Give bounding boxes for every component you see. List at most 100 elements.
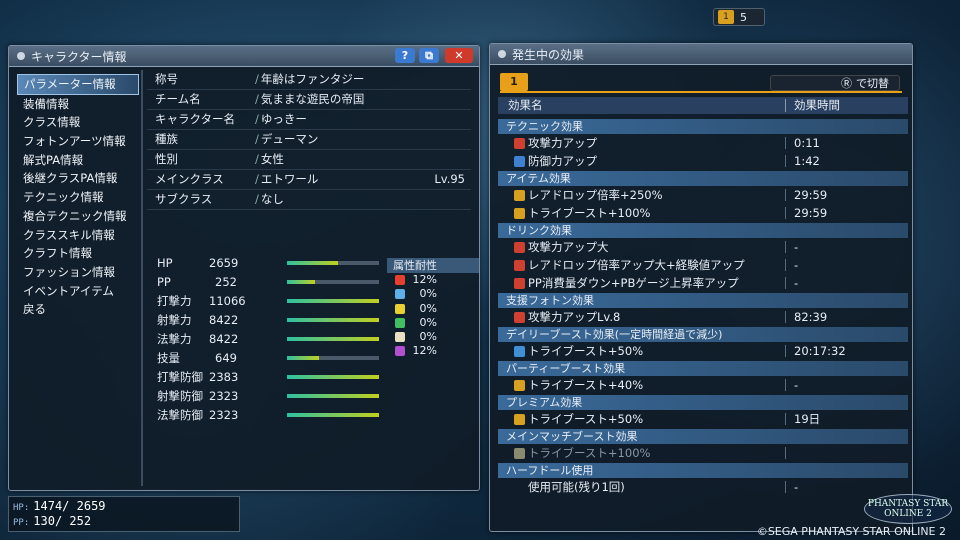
switch-button[interactable]: Ⓡ で切替 [770,75,900,91]
effect-icon [514,190,525,201]
effect-time: - [794,276,799,290]
effect-time: - [794,480,799,494]
effect-time: 19日 [794,412,821,426]
row-divider [785,189,786,201]
effect-row[interactable]: レアドロップ倍率アップ大+経験値アップ - [498,256,908,274]
attribute-value: 12% [412,344,437,358]
character-info-window: キャラクター情報 ? ⧉ ✕ パラメーター情報 装備情報 クラス情報 フォトンアーツ情… [8,45,480,491]
active-effects-title: 発生中の効果 [512,47,585,62]
effect-row[interactable]: 攻撃力アップ 0:11 [498,134,908,152]
menu-item[interactable]: フォトンアーツ情報 [17,132,139,151]
stat-value: 11066 [209,294,246,308]
stat-bar-fill [287,413,379,417]
effect-row[interactable]: 防御力アップ 1:42 [498,152,908,170]
attribute-row: 0% [387,302,479,316]
effect-time: 20:17:32 [794,344,846,358]
switch-label: で切替 [856,77,889,90]
effects-column-header: 効果名 効果時間 [498,97,908,114]
effect-time: - [794,258,799,272]
stat-value: 649 [215,351,237,365]
stat-name: 射撃防御 [157,389,203,403]
attribute-row: 0% [387,287,479,301]
effect-section-header: アイテム効果 [498,171,908,186]
stat-bar-fill [287,318,379,322]
stat-row: 打撃防御 2383 [147,368,379,387]
effect-time: 1:42 [794,154,820,168]
effect-row[interactable]: トライブースト+40% - [498,376,908,394]
effect-name: 攻撃力アップ大 [528,240,609,254]
menu-item[interactable]: クラススキル情報 [17,226,139,245]
stat-bar-fill [287,337,379,341]
effect-row[interactable]: トライブースト+100% [498,444,908,462]
stat-bar [287,299,379,303]
hp-pp-panel: HP: 1474/ 2659 PP: 130/ 252 [8,496,240,532]
stat-bar-fill [287,299,379,303]
attribute-icon [395,303,405,314]
stat-name: 法撃防御 [157,408,203,422]
help-icon[interactable]: ? [395,48,415,63]
effect-row[interactable]: レアドロップ倍率+250% 29:59 [498,186,908,204]
effect-section-header: ハーフドール使用 [498,463,908,478]
menu-item[interactable]: ファッション情報 [17,263,139,282]
effect-row[interactable]: 攻撃力アップ大 - [498,238,908,256]
menu-item[interactable]: クラス情報 [17,113,139,132]
effect-name: トライブースト+50% [528,412,644,426]
hp-value: 1474/ 2659 [33,499,106,513]
effect-row[interactable]: トライブースト+50% 20:17:32 [498,342,908,360]
active-effects-titlebar[interactable]: 発生中の効果 [490,44,912,65]
window-mode-icon[interactable]: ⧉ [419,48,439,63]
ticket-icon: 1 [718,10,734,24]
attribute-row: 12% [387,273,479,287]
profile-value: 女性 [255,150,284,169]
menu-item[interactable]: 装備情報 [17,95,139,114]
profile-value: 年齢はファンタジー [255,70,365,89]
menu-item[interactable]: クラフト情報 [17,244,139,263]
effect-name: 攻撃力アップLv.8 [528,310,621,324]
effect-row[interactable]: 攻撃力アップLv.8 82:39 [498,308,908,326]
character-profile: 称号 年齢はファンタジーチーム名 気ままな遊民の帝国キャラクター名 ゆっきー種族 デュー… [147,70,471,210]
profile-row: 称号 年齢はファンタジー [147,70,471,90]
menu-item[interactable]: 複合テクニック情報 [17,207,139,226]
effect-row[interactable]: PP消費量ダウン+PBゲージ上昇率アップ - [498,274,908,292]
menu-item[interactable]: 後継クラスPA情報 [17,169,139,188]
profile-key: サブクラス [155,192,213,206]
effect-row[interactable]: トライブースト+100% 29:59 [498,204,908,222]
close-icon[interactable]: ✕ [445,48,473,63]
menu-item[interactable]: テクニック情報 [17,188,139,207]
effect-time: - [794,378,799,392]
effect-name: PP消費量ダウン+PBゲージ上昇率アップ [528,276,739,290]
attribute-value: 0% [419,330,437,344]
profile-key: 種族 [155,132,178,146]
item-counter-value: 5 [740,10,747,24]
stat-value: 252 [215,275,237,289]
effect-section-header: テクニック効果 [498,119,908,134]
col-effect-name: 効果名 [508,98,543,112]
profile-value: ゆっきー [255,110,307,129]
row-divider [785,137,786,149]
profile-key: 性別 [155,152,178,166]
menu-item[interactable]: 戻る [17,300,139,319]
menu-item[interactable]: パラメーター情報 [17,74,139,95]
stat-name: 打撃防御 [157,370,203,384]
effect-row[interactable]: トライブースト+50% 19日 [498,410,908,428]
effect-icon [514,414,525,425]
item-counter: 1 5 [713,8,765,26]
stat-bar [287,261,379,265]
effect-name: 防御力アップ [528,154,597,168]
row-divider [785,481,786,493]
row-divider [785,155,786,167]
tab-1[interactable]: 1 [500,73,528,91]
stat-row: 打撃力 11066 [147,292,379,311]
effect-name: 使用可能(残り1回) [528,480,625,494]
stat-name: HP [157,256,173,270]
stat-name: 打撃力 [157,294,192,308]
effect-section-header: プレミアム効果 [498,395,908,410]
menu-item[interactable]: 解式PA情報 [17,151,139,170]
menu-item[interactable]: イベントアイテム [17,282,139,301]
pp-value: 130/ 252 [33,514,92,528]
effect-name: トライブースト+100% [528,446,651,460]
effect-row[interactable]: 使用可能(残り1回) - [498,478,908,496]
divider [141,70,143,486]
character-info-titlebar[interactable]: キャラクター情報 ? ⧉ ✕ [9,46,479,67]
attribute-value: 0% [419,315,437,329]
